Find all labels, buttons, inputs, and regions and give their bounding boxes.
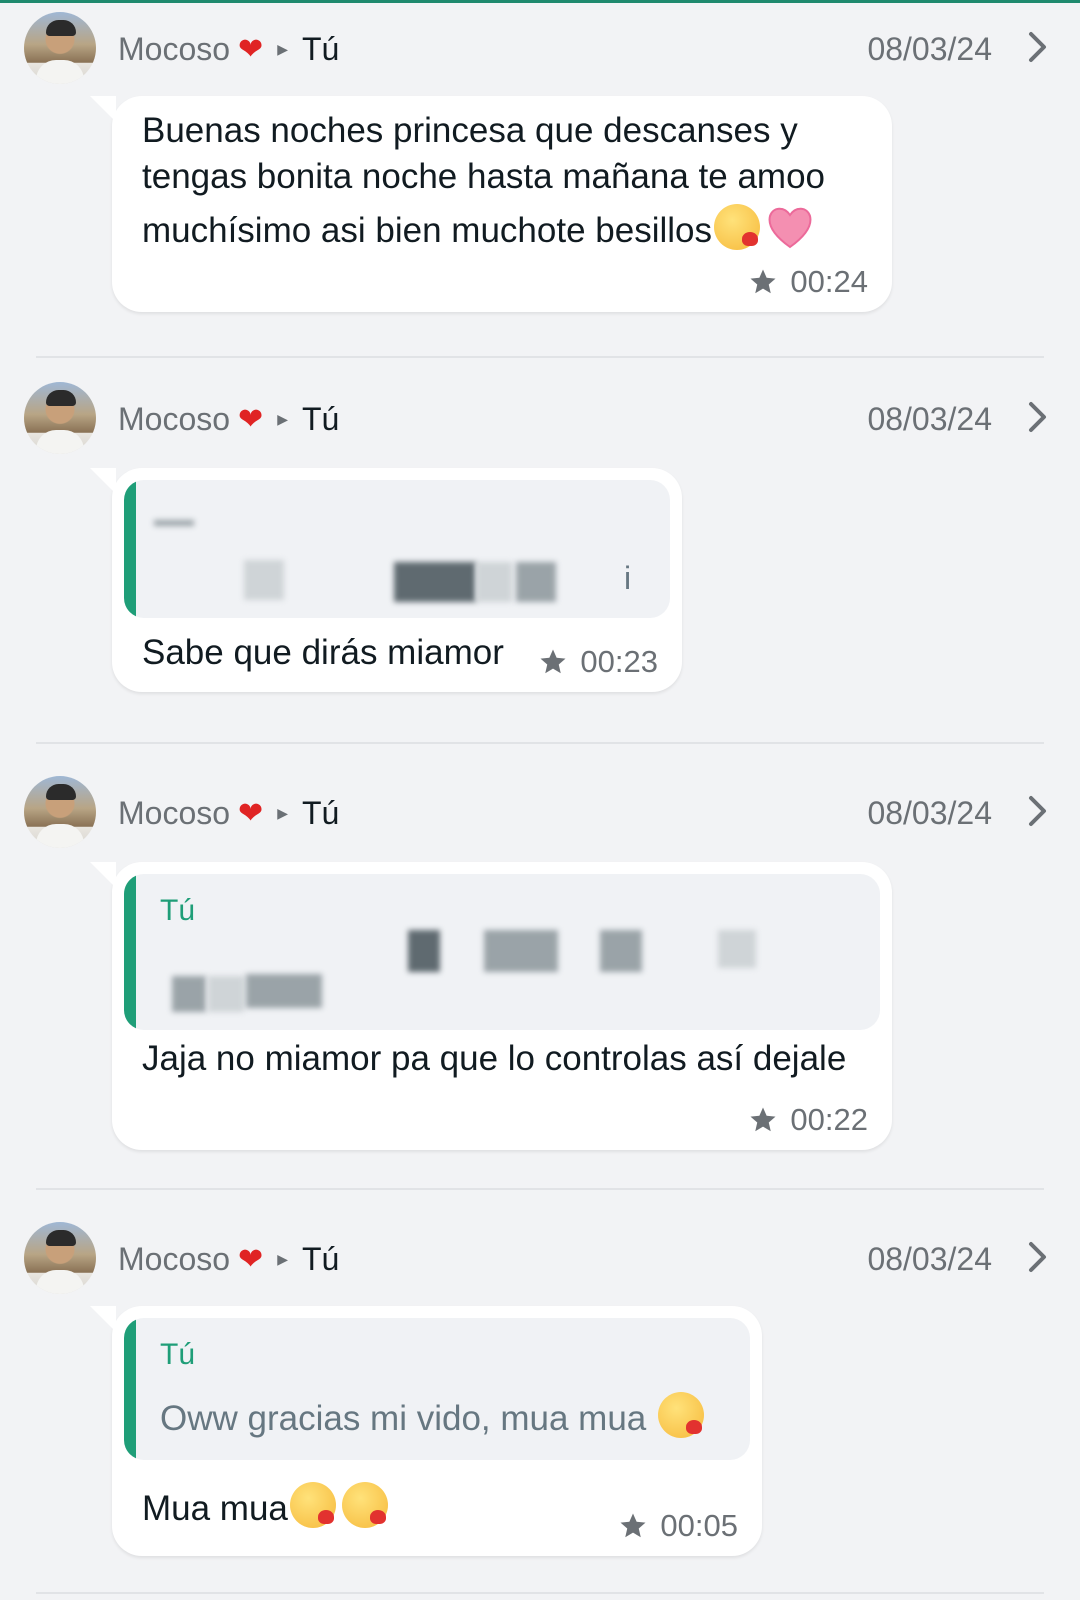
chevron-right-icon[interactable] (1016, 27, 1056, 67)
divider (36, 1188, 1044, 1190)
message-text: Jaja no miamor pa que lo controlas así d… (142, 1039, 847, 1078)
blurred-text (208, 976, 244, 1012)
sender-name: Mocoso (118, 30, 231, 67)
message-header: Mocoso ❤ ▶ Tú (118, 793, 339, 833)
avatar[interactable] (24, 382, 96, 454)
divider (36, 356, 1044, 358)
heart-icon: ❤ (238, 1242, 264, 1276)
message-time: 00:22 (790, 1102, 868, 1137)
top-accent-bar (0, 0, 1080, 3)
quoted-message[interactable]: Tú Oww gracias mi vido, mua mua (124, 1318, 750, 1460)
recipient-name: Tú (301, 1240, 340, 1277)
quoted-message[interactable]: Tú (124, 874, 880, 1030)
quote-accent-bar (124, 1318, 136, 1460)
message-line: muchísimo asi bien muchote besillos (142, 211, 712, 250)
message-date: 08/03/24 (867, 795, 992, 831)
divider (36, 742, 1044, 744)
sender-name: Mocoso (118, 400, 231, 437)
message-meta: 00:24 (748, 264, 868, 300)
message-header: Mocoso ❤ ▶ Tú (118, 29, 339, 69)
bubble-tail (90, 1306, 116, 1332)
blurred-text (246, 974, 322, 1008)
recipient-name: Tú (301, 794, 340, 831)
message-meta: 00:22 (748, 1102, 868, 1138)
chevron-right-icon[interactable] (1016, 397, 1056, 437)
pink-heart-emoji-icon (768, 207, 812, 249)
message-time: 00:24 (790, 264, 868, 299)
recipient-name: Tú (301, 400, 340, 437)
star-icon (750, 1107, 776, 1132)
avatar[interactable] (24, 1222, 96, 1294)
blurred-text (244, 560, 284, 600)
blurred-text (718, 930, 756, 968)
blurred-text (484, 930, 558, 972)
message-line: tengas bonita noche hasta mañana te amoo (142, 157, 825, 196)
chevron-right-icon[interactable] (1016, 791, 1056, 831)
message-bubble[interactable]: Tú Jaja no miamor pa que lo controlas as… (90, 862, 892, 1150)
bubble-tail (90, 862, 116, 888)
divider (36, 1592, 1044, 1594)
kissing-face-emoji-icon (289, 1482, 336, 1528)
blurred-text (394, 562, 476, 602)
message-meta: 00:05 (618, 1508, 738, 1544)
kissing-face-emoji-icon (341, 1482, 388, 1528)
message-header: Mocoso ❤ ▶ Tú (118, 399, 339, 439)
quote-text: i (624, 560, 632, 596)
heart-icon: ❤ (238, 32, 264, 66)
quote-author: Tú (160, 1338, 196, 1371)
blurred-text (476, 562, 512, 602)
arrow-icon: ▶ (277, 804, 288, 821)
heart-icon: ❤ (238, 402, 264, 436)
blurred-text (516, 562, 556, 602)
message-time: 00:23 (580, 644, 658, 679)
arrow-icon: ▶ (277, 410, 288, 427)
message-text: Sabe que dirás miamor (142, 633, 504, 672)
recipient-name: Tú (301, 30, 340, 67)
kissing-face-emoji-icon (658, 1392, 704, 1438)
avatar[interactable] (24, 12, 96, 84)
avatar[interactable] (24, 776, 96, 848)
sender-name: Mocoso (118, 794, 231, 831)
message-bubble[interactable]: Tú Oww gracias mi vido, mua mua Mua mua … (90, 1306, 762, 1556)
star-icon (540, 649, 566, 674)
quote-author: Tú (160, 894, 196, 927)
heart-icon: ❤ (238, 796, 264, 830)
star-icon (620, 1513, 646, 1538)
message-date: 08/03/24 (867, 31, 992, 67)
arrow-icon: ▶ (277, 40, 288, 57)
sender-name: Mocoso (118, 1240, 231, 1277)
blurred-text (172, 976, 206, 1012)
message-bubble[interactable]: i Sabe que dirás miamor 00:23 (90, 468, 682, 692)
message-text: Buenas noches princesa que descanses y t… (142, 108, 825, 254)
message-date: 08/03/24 (867, 401, 992, 437)
arrow-icon: ▶ (277, 1250, 288, 1267)
message-text: Mua mua (142, 1482, 388, 1532)
blurred-text (154, 520, 194, 526)
bubble-tail (90, 468, 116, 494)
bubble-tail (90, 96, 116, 122)
message-header: Mocoso ❤ ▶ Tú (118, 1239, 339, 1279)
quote-accent-bar (124, 480, 136, 618)
quote-text: Oww gracias mi vido, mua mua (160, 1392, 704, 1439)
quoted-message[interactable]: i (124, 480, 670, 618)
star-icon (750, 269, 776, 294)
blurred-text (600, 930, 642, 972)
kissing-face-emoji-icon (713, 204, 760, 250)
message-time: 00:05 (660, 1508, 738, 1543)
blurred-text (408, 930, 440, 972)
chevron-right-icon[interactable] (1016, 1237, 1056, 1277)
quote-accent-bar (124, 874, 136, 1030)
message-date: 08/03/24 (867, 1241, 992, 1277)
message-bubble[interactable]: Buenas noches princesa que descanses y t… (90, 96, 892, 312)
message-meta: 00:23 (538, 644, 658, 680)
quote-text-content: Oww gracias mi vido, mua mua (160, 1399, 647, 1438)
message-text-content: Mua mua (142, 1489, 288, 1528)
message-line: Buenas noches princesa que descanses y (142, 111, 798, 150)
